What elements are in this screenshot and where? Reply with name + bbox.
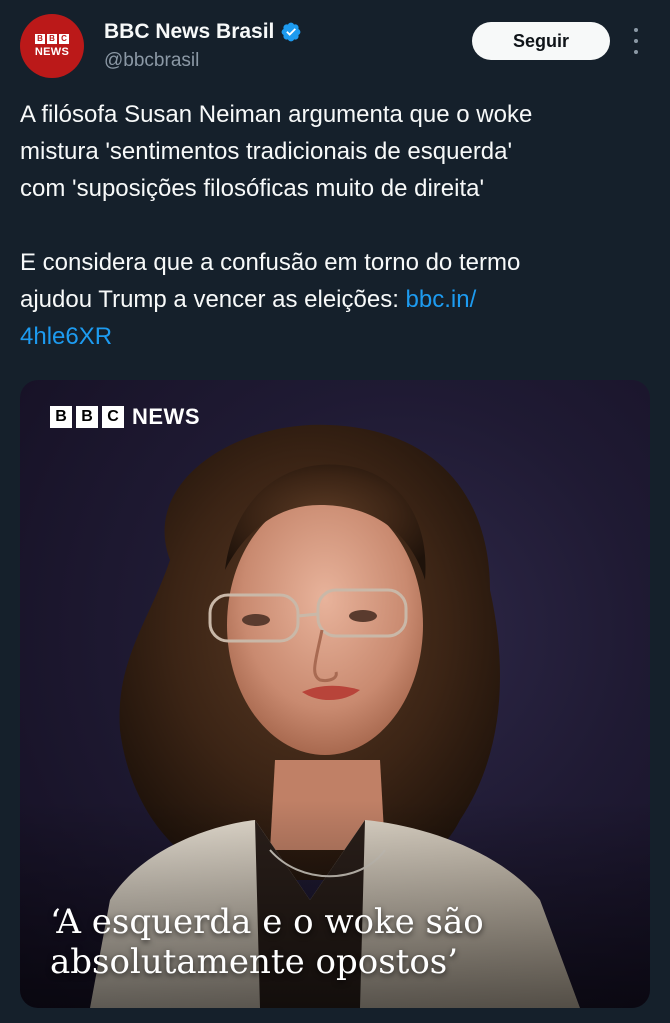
avatar-block: B xyxy=(47,34,57,44)
tweet-line: A filósofa Susan Neiman argumenta que o … xyxy=(20,101,533,128)
follow-button[interactable]: Seguir xyxy=(472,22,610,60)
verified-badge-icon xyxy=(281,22,301,42)
tweet-line: ajudou Trump a vencer as eleições: bbc.i… xyxy=(20,281,650,318)
logo-news-text: NEWS xyxy=(132,404,200,429)
logo-block: C xyxy=(102,406,124,428)
avatar-news-label: NEWS xyxy=(34,46,70,58)
avatar-bbc-blocks: B B C xyxy=(35,34,69,44)
tweet-media-card[interactable]: B B C NEWS ‘A esquerda e o woke são abso… xyxy=(20,380,650,1008)
tweet-line: 4hle6XR xyxy=(20,318,650,355)
bbc-news-logo: B B C NEWS xyxy=(50,404,200,430)
logo-block: B xyxy=(50,406,72,428)
dot xyxy=(634,28,638,32)
avatar-block: B xyxy=(35,34,45,44)
tweet-line: com 'suposições filosóficas muito de dir… xyxy=(20,175,485,202)
dot xyxy=(634,50,638,54)
tweet-line: E considera que a confusão em torno do t… xyxy=(20,249,521,276)
tweet-text: A filósofa Susan Neiman argumenta que o … xyxy=(20,96,650,355)
quote-line: absolutamente opostos’ xyxy=(50,942,459,982)
avatar[interactable]: B B C NEWS xyxy=(20,14,84,78)
tweet-line: mistura 'sentimentos tradicionais de esq… xyxy=(20,138,513,165)
more-options-icon[interactable] xyxy=(629,28,643,54)
account-name-text[interactable]: BBC News Brasil xyxy=(104,20,274,44)
tweet-link[interactable]: 4hle6XR xyxy=(20,323,112,350)
tweet-header: B B C NEWS BBC News Brasil @bbcbrasil Se… xyxy=(0,0,670,90)
tweet-link[interactable]: bbc.in/ xyxy=(406,286,477,313)
tweet-line-text: ajudou Trump a vencer as eleições: xyxy=(20,286,406,313)
quote-line: ‘A esquerda e o woke são xyxy=(50,902,484,942)
account-name[interactable]: BBC News Brasil xyxy=(104,20,302,44)
avatar-block: C xyxy=(59,34,69,44)
dot xyxy=(634,39,638,43)
logo-block: B xyxy=(76,406,98,428)
account-handle[interactable]: @bbcbrasil xyxy=(104,50,199,72)
image-quote: ‘A esquerda e o woke são absolutamente o… xyxy=(50,902,630,982)
